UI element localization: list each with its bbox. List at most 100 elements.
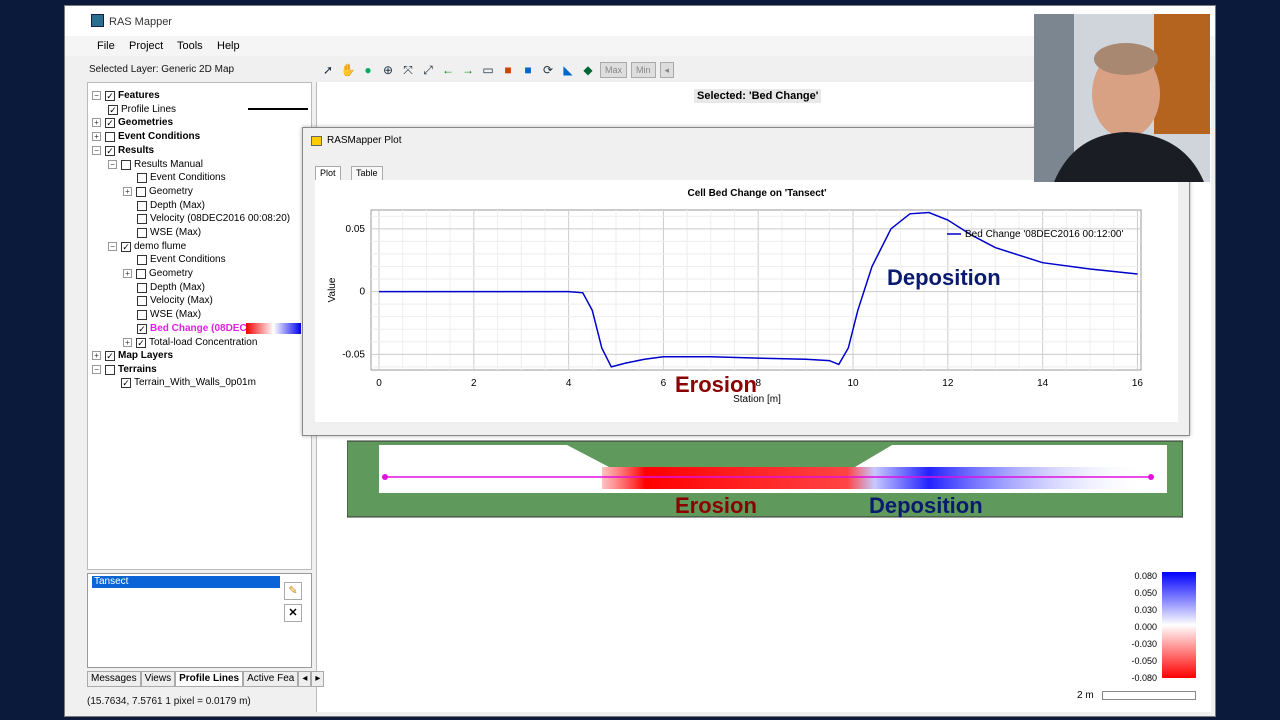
checkbox-checked[interactable]: ✓ [136, 337, 146, 348]
menu-help[interactable]: Help [217, 40, 240, 52]
tree-df-bed-change[interactable]: ✓ Bed Change (08DEC [137, 322, 247, 335]
select-arrow-icon[interactable]: ➚ [320, 62, 336, 78]
tree-df-velocity[interactable]: Velocity (Max) [137, 294, 213, 307]
collapse-arrow-icon[interactable]: ◂ [659, 62, 675, 78]
bed-change-chart[interactable]: Cell Bed Change on 'Tansect'0 2 4 6 8 10 12 14 1… [315, 180, 1178, 422]
checkbox-checked[interactable]: ✓ [105, 117, 115, 128]
layer-color-icon[interactable]: ■ [500, 62, 516, 78]
checkbox-checked[interactable]: ✓ [105, 350, 115, 361]
list-item[interactable]: Tansect [92, 576, 280, 588]
selected-layer-label: Selected Layer: Generic 2D Map [89, 64, 235, 75]
expand-icon[interactable]: + [123, 338, 132, 347]
checkbox-checked[interactable]: ✓ [137, 323, 147, 334]
back-arrow-icon[interactable]: ← [440, 62, 456, 78]
tree-df-depth[interactable]: Depth (Max) [137, 281, 205, 294]
collapse-icon[interactable]: − [108, 160, 117, 169]
checkbox-unchecked[interactable] [137, 254, 147, 265]
map-erosion-label: Erosion [675, 493, 757, 518]
zoom-extents-icon[interactable]: ⤧ [400, 62, 416, 78]
tree-results-manual[interactable]: − Results Manual [108, 158, 203, 171]
collapse-icon[interactable]: − [92, 365, 101, 374]
deposition-annotation: Deposition [887, 265, 1001, 290]
checkbox-unchecked[interactable] [121, 159, 131, 170]
tab-scroll-left-icon[interactable]: ◂ [298, 671, 312, 687]
tab-active-features[interactable]: Active Fea [243, 671, 299, 687]
expand-icon[interactable]: + [123, 269, 132, 278]
tab-messages[interactable]: Messages [87, 671, 141, 687]
delete-x-icon[interactable]: ✕ [284, 604, 302, 622]
menu-project[interactable]: Project [129, 40, 163, 52]
checkbox-checked[interactable]: ✓ [121, 241, 131, 252]
tree-df-total-load[interactable]: + ✓ Total-load Concentration [123, 336, 257, 349]
checkbox-unchecked[interactable] [137, 200, 147, 211]
checkbox-checked[interactable]: ✓ [108, 104, 118, 115]
legend-tick-label: 0.030 [1134, 605, 1157, 615]
max-button[interactable]: Max [600, 62, 628, 78]
tree-demo-flume[interactable]: − ✓ demo flume [108, 240, 186, 253]
animation-icon[interactable]: ⟳ [540, 62, 556, 78]
tree-profile-lines[interactable]: ✓ Profile Lines [108, 103, 176, 116]
tree-rm-event-conditions[interactable]: Event Conditions [137, 171, 226, 184]
tab-table[interactable]: Table [351, 166, 383, 181]
tree-df-event-conditions[interactable]: Event Conditions [137, 253, 226, 266]
transect-end-point[interactable] [1148, 474, 1154, 480]
checkbox-checked[interactable]: ✓ [105, 145, 115, 156]
collapse-icon[interactable]: − [92, 146, 101, 155]
tree-rm-geometry[interactable]: + Geometry [123, 185, 193, 198]
checkbox-unchecked[interactable] [137, 172, 147, 183]
checkbox-unchecked[interactable] [105, 131, 115, 142]
tree-terrain-item[interactable]: ✓ Terrain_With_Walls_0p01m [121, 376, 256, 389]
checkbox-unchecked[interactable] [137, 282, 147, 293]
status-bar: (15.7634, 7.5761 1 pixel = 0.0179 m) [87, 696, 251, 707]
edit-pencil-icon[interactable]: ✎ [284, 582, 302, 600]
tab-plot[interactable]: Plot [315, 166, 341, 181]
tree-df-wse[interactable]: WSE (Max) [137, 308, 201, 321]
3d-view-icon[interactable]: ◆ [580, 62, 596, 78]
checkbox-unchecked[interactable] [137, 295, 147, 306]
bed-change-raster [602, 467, 1147, 489]
globe-icon[interactable]: ● [360, 62, 376, 78]
checkbox-unchecked[interactable] [105, 364, 115, 375]
profile-icon[interactable]: ◣ [560, 62, 576, 78]
tree-rm-velocity[interactable]: Velocity (08DEC2016 00:08:20) [137, 212, 290, 225]
checkbox-unchecked[interactable] [137, 227, 147, 238]
measure-icon[interactable]: ▭ [480, 62, 496, 78]
expand-icon[interactable]: + [92, 351, 101, 360]
checkbox-unchecked[interactable] [137, 213, 147, 224]
tab-views[interactable]: Views [140, 671, 176, 687]
bed-change-color-ramp [246, 323, 301, 334]
checkbox-checked[interactable]: ✓ [105, 90, 115, 101]
terrain-icon[interactable]: ■ [520, 62, 536, 78]
tab-profile-lines[interactable]: Profile Lines [175, 671, 244, 687]
zoom-in-icon[interactable]: ⊕ [380, 62, 396, 78]
checkbox-unchecked[interactable] [136, 268, 146, 279]
tree-rm-wse[interactable]: WSE (Max) [137, 226, 201, 239]
scale-bar-box [1102, 690, 1197, 700]
checkbox-checked[interactable]: ✓ [121, 377, 131, 388]
expand-icon[interactable]: + [123, 187, 132, 196]
menu-tools[interactable]: Tools [177, 40, 203, 52]
tree-results[interactable]: − ✓ Results [92, 144, 154, 157]
collapse-icon[interactable]: − [92, 91, 101, 100]
tree-df-geometry[interactable]: + Geometry [123, 267, 193, 280]
tree-geometries[interactable]: + ✓ Geometries [92, 116, 173, 129]
checkbox-unchecked[interactable] [137, 309, 147, 320]
tab-scroll-right-icon[interactable]: ▸ [311, 671, 325, 687]
expand-icon[interactable]: + [92, 132, 101, 141]
forward-arrow-icon[interactable]: → [460, 62, 476, 78]
collapse-icon[interactable]: − [108, 242, 117, 251]
transect-start-point[interactable] [382, 474, 388, 480]
expand-icon[interactable]: + [92, 118, 101, 127]
full-extent-icon[interactable]: ⤢ [420, 62, 436, 78]
x-tick-label: 12 [942, 378, 954, 389]
tree-event-conditions[interactable]: + Event Conditions [92, 130, 200, 143]
min-button[interactable]: Min [631, 62, 656, 78]
bottom-tabs: Messages Views Profile Lines Active Fea … [87, 671, 325, 687]
checkbox-unchecked[interactable] [136, 186, 146, 197]
menu-file[interactable]: File [97, 40, 115, 52]
tree-rm-depth[interactable]: Depth (Max) [137, 199, 205, 212]
tree-features[interactable]: − ✓ Features [92, 89, 160, 102]
tree-terrains[interactable]: − Terrains [92, 363, 157, 376]
tree-map-layers[interactable]: + ✓ Map Layers [92, 349, 173, 362]
pan-hand-icon[interactable]: ✋ [340, 62, 356, 78]
